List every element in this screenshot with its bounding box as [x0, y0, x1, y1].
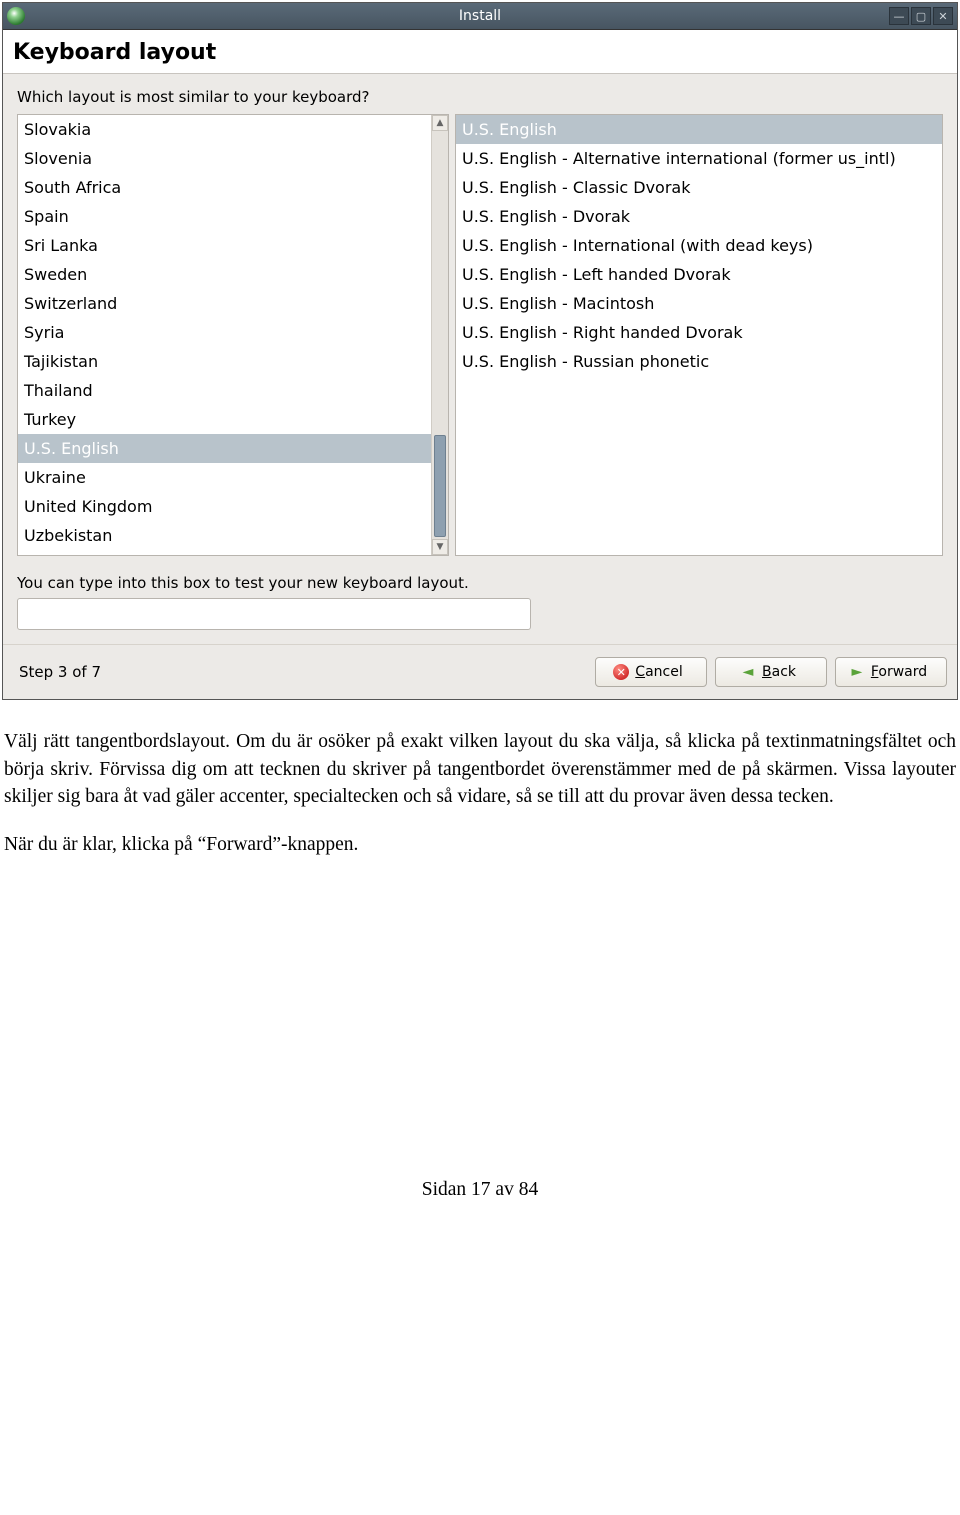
list-item[interactable]: Thailand — [18, 376, 431, 405]
page-title: Keyboard layout — [13, 40, 947, 65]
cancel-button[interactable]: ✕ Cancel — [595, 657, 707, 687]
list-item[interactable]: U.S. English - Left handed Dvorak — [456, 260, 942, 289]
back-button[interactable]: ◄ Back — [715, 657, 827, 687]
test-label: You can type into this box to test your … — [17, 574, 943, 592]
variant-list-container: U.S. EnglishU.S. English - Alternative i… — [455, 114, 943, 556]
list-item[interactable]: U.S. English - International (with dead … — [456, 231, 942, 260]
list-item[interactable]: South Africa — [18, 173, 431, 202]
list-item[interactable]: Slovakia — [18, 115, 431, 144]
list-item[interactable]: Switzerland — [18, 289, 431, 318]
close-button[interactable]: ✕ — [933, 7, 953, 25]
step-indicator: Step 3 of 7 — [19, 663, 101, 681]
forward-arrow-icon: ► — [849, 664, 865, 680]
layout-prompt: Which layout is most similar to your key… — [17, 88, 947, 106]
scroll-thumb[interactable] — [434, 435, 446, 537]
doc-paragraph-1: Välj rätt tangentbordslayout. Om du är o… — [4, 728, 956, 811]
list-item[interactable]: Syria — [18, 318, 431, 347]
page-number: Sidan 17 av 84 — [0, 879, 960, 1201]
list-item[interactable]: Tajikistan — [18, 347, 431, 376]
install-window: Install — ▢ ✕ Keyboard layout Which layo… — [2, 2, 958, 700]
wizard-footer: Step 3 of 7 ✕ Cancel ◄ Back ► Forward — [3, 644, 957, 699]
cancel-icon: ✕ — [613, 664, 629, 680]
list-item[interactable]: Slovenia — [18, 144, 431, 173]
forward-label: Forward — [871, 664, 927, 680]
variant-list[interactable]: U.S. EnglishU.S. English - Alternative i… — [456, 115, 942, 555]
list-item[interactable]: Spain — [18, 202, 431, 231]
keyboard-test-input[interactable] — [17, 598, 531, 630]
list-item[interactable]: U.S. English - Dvorak — [456, 202, 942, 231]
maximize-button[interactable]: ▢ — [911, 7, 931, 25]
list-item[interactable]: Turkey — [18, 405, 431, 434]
list-item[interactable]: U.S. English - Classic Dvorak — [456, 173, 942, 202]
list-item[interactable]: U.S. English - Russian phonetic — [456, 347, 942, 376]
list-item[interactable]: Sri Lanka — [18, 231, 431, 260]
cancel-label: Cancel — [635, 664, 682, 680]
list-item[interactable]: Uzbekistan — [18, 521, 431, 550]
country-scrollbar[interactable]: ▲ ▼ — [431, 115, 448, 555]
country-list[interactable]: SlovakiaSloveniaSouth AfricaSpainSri Lan… — [18, 115, 431, 555]
window-title: Install — [3, 8, 957, 24]
list-item[interactable]: U.S. English - Alternative international… — [456, 144, 942, 173]
list-item[interactable]: United Kingdom — [18, 492, 431, 521]
doc-paragraph-2: När du är klar, klicka på “Forward”-knap… — [4, 831, 956, 859]
list-item[interactable]: Ukraine — [18, 463, 431, 492]
minimize-button[interactable]: — — [889, 7, 909, 25]
scroll-up-button[interactable]: ▲ — [432, 115, 448, 131]
list-item[interactable]: Vietnam — [18, 550, 431, 555]
back-label: Back — [762, 664, 796, 680]
list-item[interactable]: U.S. English - Macintosh — [456, 289, 942, 318]
list-item[interactable]: U.S. English — [18, 434, 431, 463]
list-item[interactable]: U.S. English - Right handed Dvorak — [456, 318, 942, 347]
scroll-down-button[interactable]: ▼ — [432, 539, 448, 555]
back-arrow-icon: ◄ — [740, 664, 756, 680]
app-icon — [7, 7, 25, 25]
titlebar[interactable]: Install — ▢ ✕ — [3, 3, 957, 30]
list-item[interactable]: Sweden — [18, 260, 431, 289]
page-header: Keyboard layout — [3, 30, 957, 74]
document-text: Välj rätt tangentbordslayout. Om du är o… — [0, 702, 960, 859]
list-item[interactable]: U.S. English — [456, 115, 942, 144]
forward-button[interactable]: ► Forward — [835, 657, 947, 687]
country-list-container: SlovakiaSloveniaSouth AfricaSpainSri Lan… — [17, 114, 449, 556]
